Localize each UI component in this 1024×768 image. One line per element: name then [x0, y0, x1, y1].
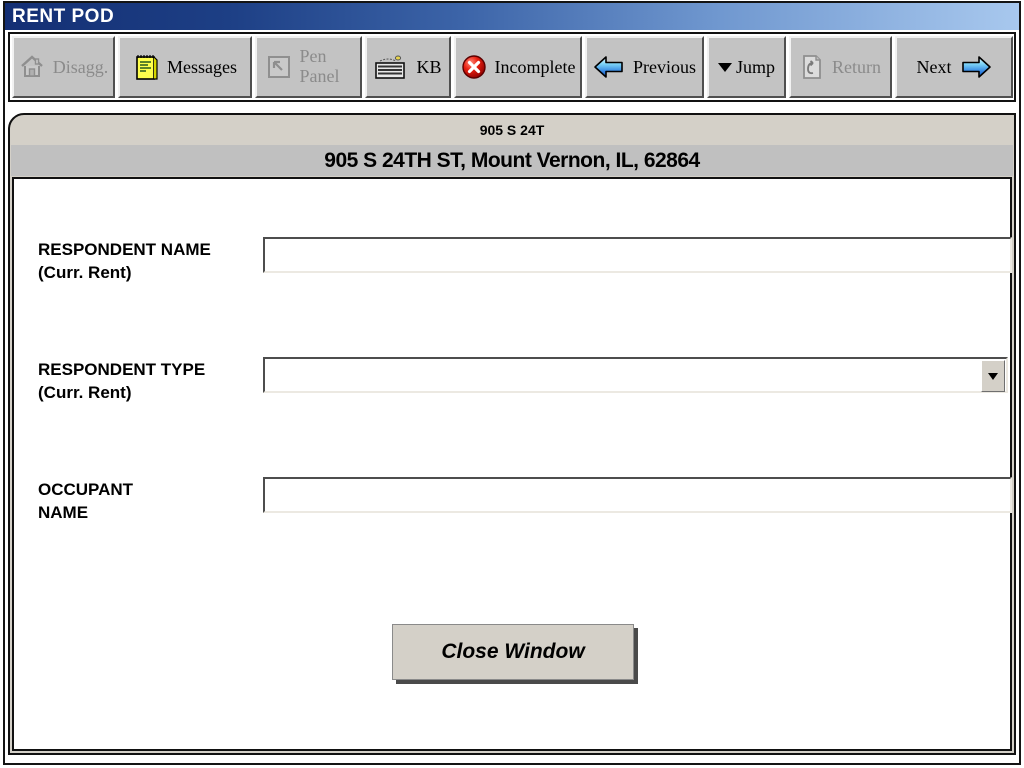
incomplete-button[interactable]: Incomplete	[454, 36, 582, 98]
incomplete-icon	[461, 54, 487, 80]
house-icon	[19, 55, 45, 79]
pen-panel-button-label: Pen Panel	[299, 46, 340, 86]
title-bar: RENT POD	[5, 3, 1019, 30]
next-button-label: Next	[916, 56, 952, 77]
kb-button-label: KB	[416, 56, 442, 77]
jump-button-label: Jump	[735, 56, 775, 77]
caret-down-icon	[717, 63, 732, 79]
arrow-right-icon	[960, 55, 992, 79]
respondent-name-input[interactable]	[263, 237, 1012, 273]
previous-button[interactable]: Previous	[585, 36, 704, 98]
respondent-name-label: RESPONDENT NAME (Curr. Rent)	[38, 240, 211, 282]
return-icon	[800, 54, 824, 80]
pod-title: 905 S 24T	[479, 122, 545, 138]
messages-button-label: Messages	[167, 56, 237, 77]
pen-panel-icon	[266, 54, 292, 80]
respondent-type-label: RESPONDENT TYPE (Curr. Rent)	[38, 360, 206, 402]
toolbar: Disagg. Messages Pen Panel KB Incomplete…	[8, 32, 1016, 102]
incomplete-button-label: Incomplete	[494, 56, 576, 77]
pen-panel-button[interactable]: Pen Panel	[255, 36, 362, 98]
next-button[interactable]: Next	[895, 36, 1013, 98]
disagg-button[interactable]: Disagg.	[12, 36, 115, 98]
pod-panel: 905 S 24T 905 S 24TH ST, Mount Vernon, I…	[8, 113, 1016, 755]
kb-button[interactable]: KB	[365, 36, 451, 98]
keyboard-icon	[374, 53, 408, 81]
disagg-button-label: Disagg.	[52, 56, 109, 77]
address-header: 905 S 24TH ST, Mount Vernon, IL, 62864	[11, 145, 1013, 176]
close-window-button[interactable]: Close Window	[392, 624, 634, 680]
notepad-icon	[133, 53, 159, 81]
messages-button[interactable]: Messages	[118, 36, 252, 98]
form-area: RESPONDENT NAME (Curr. Rent) RESPONDENT …	[12, 177, 1012, 751]
return-button-label: Return	[832, 56, 881, 77]
occupant-name-label: OCCUPANT NAME	[38, 480, 134, 522]
occupant-name-input[interactable]	[263, 477, 1012, 513]
respondent-type-dropdown[interactable]	[263, 357, 1008, 393]
app-window: RENT POD Disagg. Messages Pen Panel KB I…	[3, 1, 1021, 765]
arrow-left-icon	[593, 55, 625, 79]
close-window-button-label: Close Window	[441, 640, 585, 663]
chevron-down-icon	[988, 373, 998, 385]
previous-button-label: Previous	[633, 56, 696, 77]
dropdown-button[interactable]	[981, 360, 1005, 392]
window-title: RENT POD	[12, 5, 115, 27]
jump-button[interactable]: Jump	[707, 36, 786, 98]
return-button[interactable]: Return	[789, 36, 892, 98]
